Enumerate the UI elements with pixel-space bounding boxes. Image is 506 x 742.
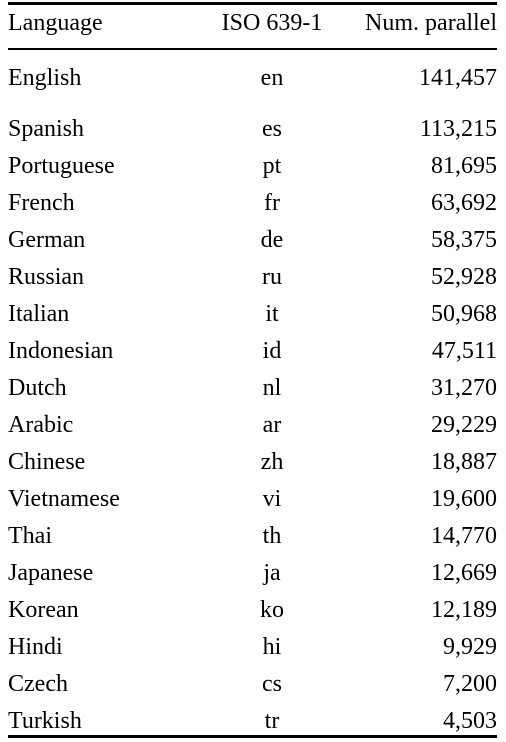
cell-num-parallel: 113,215 [419, 116, 497, 142]
cell-language: Dutch [8, 375, 67, 401]
column-header-language: Language [8, 10, 103, 36]
cell-language: Russian [8, 264, 85, 290]
cell-language: Indonesian [8, 338, 114, 364]
cell-iso-code: hi [262, 634, 282, 660]
cell-iso-code: ko [260, 597, 284, 623]
cell-language: Italian [8, 301, 70, 327]
cell-num-parallel: 31,270 [431, 375, 497, 401]
cell-iso-code: ru [262, 264, 282, 290]
cell-iso-code: ja [263, 560, 281, 586]
cell-iso-code: pt [262, 153, 282, 179]
cell-num-parallel: 7,200 [443, 671, 497, 697]
table-row: Dutch nl 31,270 [8, 370, 497, 407]
cell-iso-code: it [265, 301, 279, 327]
cell-iso-code: zh [260, 449, 284, 475]
table-header-rule [8, 48, 497, 50]
table-row: Chinese zh 18,887 [8, 444, 497, 481]
cell-language: Vietnamese [8, 486, 120, 512]
column-header-iso-code: ISO 639-1 [221, 10, 323, 36]
table-row: Arabic ar 29,229 [8, 407, 497, 444]
cell-iso-code: ar [262, 412, 282, 438]
table-top-rule [8, 2, 497, 5]
table-row: Portuguese pt 81,695 [8, 148, 497, 185]
cell-num-parallel: 29,229 [431, 412, 497, 438]
cell-num-parallel: 19,600 [431, 486, 497, 512]
column-header-num-parallel: Num. parallel [365, 10, 497, 36]
cell-num-parallel: 52,928 [431, 264, 497, 290]
cell-num-parallel: 81,695 [431, 153, 497, 179]
cell-num-parallel: 12,669 [431, 560, 497, 586]
cell-num-parallel: 12,189 [431, 597, 497, 623]
cell-language: Spanish [8, 116, 85, 142]
cell-num-parallel: 18,887 [431, 449, 497, 475]
cell-num-parallel: 50,968 [431, 301, 497, 327]
cell-iso-code: en [260, 65, 284, 91]
cell-iso-code: de [260, 227, 284, 253]
table-row: German de 58,375 [8, 222, 497, 259]
cell-iso-code: vi [262, 486, 282, 512]
cell-iso-code: fr [264, 190, 280, 216]
cell-iso-code: es [262, 116, 282, 142]
cell-language: Korean [8, 597, 79, 623]
cell-language: Thai [8, 523, 52, 549]
cell-iso-code: id [262, 338, 282, 364]
cell-language: Portuguese [8, 153, 115, 179]
cell-num-parallel: 9,929 [443, 634, 497, 660]
cell-language: Czech [8, 671, 68, 697]
cell-iso-code: cs [262, 671, 282, 697]
table-row: Italian it 50,968 [8, 296, 497, 333]
cell-num-parallel: 14,770 [431, 523, 497, 549]
table-header: Language ISO 639-1 Num. parallel [8, 0, 497, 46]
cell-num-parallel: 141,457 [419, 65, 497, 91]
cell-language: English [8, 65, 82, 91]
table-row: French fr 63,692 [8, 185, 497, 222]
language-statistics-table: Language ISO 639-1 Num. parallel English… [0, 0, 506, 742]
cell-language: Japanese [8, 560, 94, 586]
table-row: Spanish es 113,215 [8, 111, 497, 148]
cell-language: Hindi [8, 634, 63, 660]
cell-language: German [8, 227, 86, 253]
cell-iso-code: nl [262, 375, 282, 401]
table-body: English en 141,457 Spanish es 113,215 Portugue… [8, 46, 497, 740]
table-row: Russian ru 52,928 [8, 259, 497, 296]
table-header-row: Language ISO 639-1 Num. parallel [8, 0, 497, 46]
table-bottom-rule [8, 735, 497, 738]
table-row: Indonesian id 47,511 [8, 333, 497, 370]
table-row: Korean ko 12,189 [8, 592, 497, 629]
data-table: Language ISO 639-1 Num. parallel English… [8, 0, 497, 740]
table-row: Thai th 14,770 [8, 518, 497, 555]
cell-language: Chinese [8, 449, 86, 475]
cell-num-parallel: 63,692 [431, 190, 497, 216]
table-row: Czech cs 7,200 [8, 666, 497, 703]
cell-num-parallel: 47,511 [431, 338, 497, 364]
cell-language: French [8, 190, 75, 216]
table-row: English en 141,457 [8, 46, 497, 111]
table-row: Japanese ja 12,669 [8, 555, 497, 592]
table-row: Hindi hi 9,929 [8, 629, 497, 666]
cell-iso-code: th [262, 523, 282, 549]
cell-language: Arabic [8, 412, 74, 438]
cell-num-parallel: 58,375 [431, 227, 497, 253]
table-row: Vietnamese vi 19,600 [8, 481, 497, 518]
